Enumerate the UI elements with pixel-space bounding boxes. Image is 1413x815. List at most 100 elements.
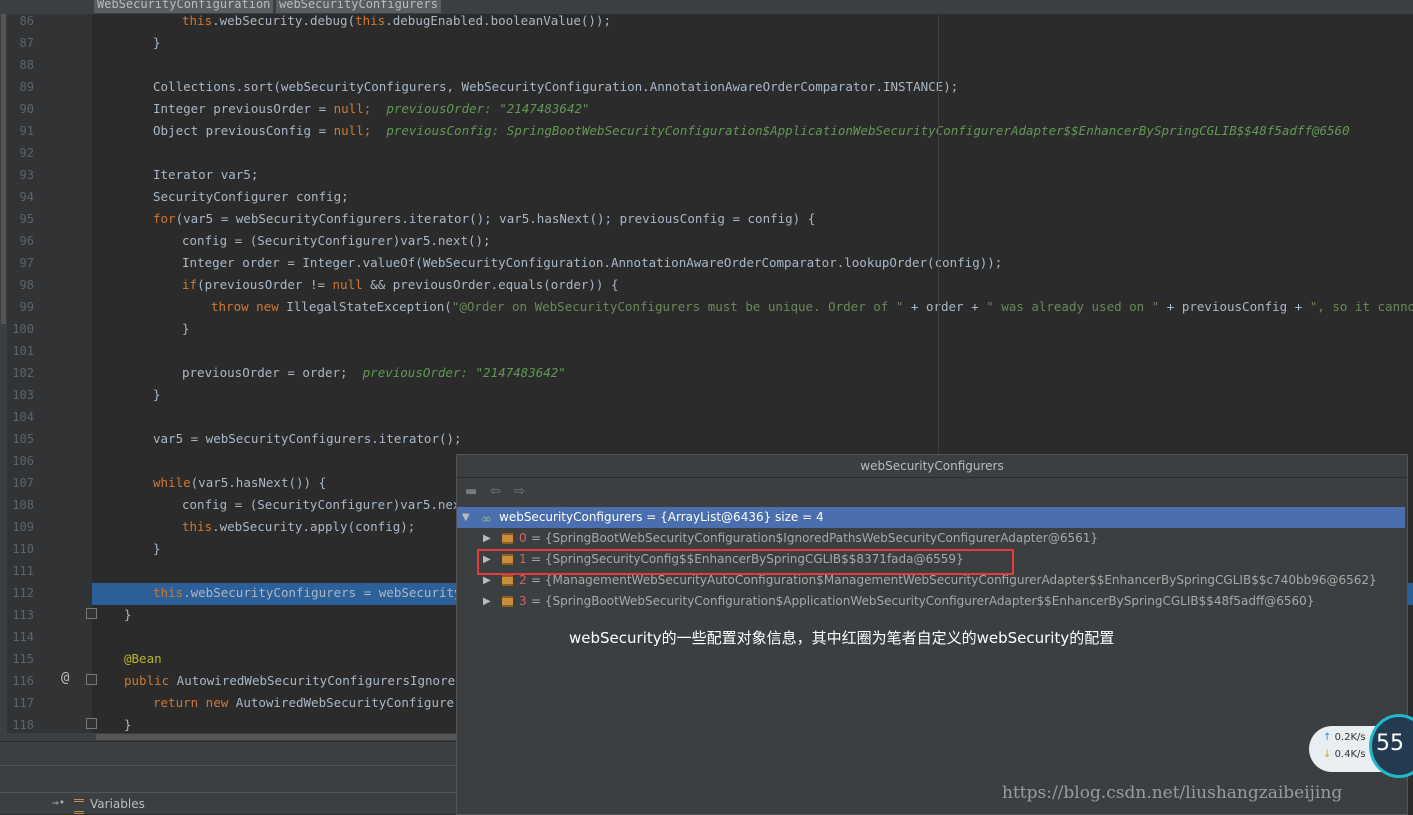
code-line-98: if(previousOrder != null && previousOrde…	[182, 277, 619, 292]
tree-item-row[interactable]: ▶ 0 = {SpringBootWebSecurityConfiguratio…	[457, 528, 1405, 549]
line-number: 99	[19, 300, 34, 314]
line-number: 91	[19, 124, 34, 138]
code-line-109: this.webSecurity.apply(config);	[182, 519, 416, 534]
item-index: 3	[519, 594, 527, 608]
upload-arrow-icon: ↑	[1323, 732, 1332, 743]
back-arrow-icon[interactable]: ⇦	[490, 484, 501, 499]
line-number: 101	[12, 344, 34, 358]
line-number: 109	[12, 520, 34, 534]
line-number: 107	[12, 476, 34, 490]
code-line-103: }	[153, 387, 161, 402]
line-number: 108	[12, 498, 34, 512]
code-line-91: Object previousConfig = null; previousCo…	[153, 123, 1350, 138]
code-line-105: var5 = webSecurityConfigurers.iterator()…	[153, 431, 462, 446]
expand-arrow-icon[interactable]: ▶	[483, 528, 491, 549]
variables-icon	[74, 799, 84, 814]
line-number: 103	[12, 388, 34, 402]
tree-root-row[interactable]: ▼ ∞ webSecurityConfigurers = {ArrayList@…	[457, 507, 1405, 528]
line-number: 86	[19, 14, 34, 28]
code-line-108: config = (SecurityConfigurer)var5.next(	[182, 497, 476, 512]
code-line-94: SecurityConfigurer config;	[153, 189, 349, 204]
watch-icon: ∞	[481, 512, 492, 527]
memory-percent: 55	[1376, 731, 1404, 756]
line-number: 115	[12, 652, 34, 666]
upload-speed: ↑ 0.2K/s	[1323, 732, 1366, 743]
breadcrumb-class[interactable]: WebSecurityConfiguration	[94, 0, 274, 13]
code-line-115: @Bean	[124, 651, 162, 666]
right-margin-guide	[938, 14, 939, 454]
highlight-box	[477, 549, 1014, 575]
variables-label: Variables	[90, 797, 145, 811]
code-line-93: Iterator var5;	[153, 167, 259, 182]
list-element-icon	[502, 533, 513, 544]
line-number: 104	[12, 410, 34, 424]
line-number: 94	[19, 190, 34, 204]
vertical-scrollbar[interactable]	[0, 14, 7, 740]
variables-panel-header[interactable]: →• Variables	[0, 792, 457, 814]
watermark: https://blog.csdn.net/liushangzaibeijing	[1002, 783, 1343, 803]
line-number: 90	[19, 102, 34, 116]
tree-item-row[interactable]: ▶ 3 = {SpringBootWebSecurityConfiguratio…	[457, 591, 1405, 612]
list-element-icon	[502, 575, 513, 586]
line-number: 110	[12, 542, 34, 556]
line-number: 100	[12, 322, 34, 336]
inline-debug-value: previousOrder: "2147483642"	[386, 101, 590, 116]
code-line-102: previousOrder = order; previousOrder: "2…	[182, 365, 566, 380]
line-number: 98	[19, 278, 34, 292]
debug-toolbar	[0, 741, 457, 766]
line-number: 117	[12, 696, 34, 710]
code-line-113: }	[124, 607, 132, 622]
line-number: 118	[12, 718, 34, 732]
code-line-97: Integer order = Integer.valueOf(WebSecur…	[182, 255, 1003, 270]
inline-debug-value: previousOrder: "2147483642"	[362, 365, 566, 380]
collapse-arrow-icon[interactable]: ▼	[462, 507, 470, 528]
line-number: 102	[12, 366, 34, 380]
code-line-116: public AutowiredWebSecurityConfigurersIg…	[124, 673, 478, 688]
line-number: 95	[19, 212, 34, 226]
code-line-110: }	[153, 541, 161, 556]
line-number: 114	[12, 630, 34, 644]
line-number: 97	[19, 256, 34, 270]
code-line-89: Collections.sort(webSecurityConfigurers,…	[153, 79, 959, 94]
code-line-90: Integer previousOrder = null; previousOr…	[153, 101, 590, 116]
code-line-117: return new AutowiredWebSecurityConfigure…	[153, 695, 477, 710]
pin-icon[interactable]: →•	[52, 796, 65, 809]
debug-frames-strip	[0, 765, 457, 792]
line-number: 89	[19, 80, 34, 94]
code-line-112: this.webSecurityConfigurers = webSecurit…	[153, 585, 477, 600]
scrollbar-thumb[interactable]	[96, 734, 456, 740]
item-value: = {SpringBootWebSecurityConfiguration$Ig…	[531, 531, 1099, 545]
code-line-86: this.webSecurity.debug(this.debugEnabled…	[182, 14, 611, 28]
expand-arrow-icon[interactable]: ▶	[483, 591, 491, 612]
line-number: 105	[12, 432, 34, 446]
code-line-96: config = (SecurityConfigurer)var5.next()…	[182, 233, 491, 248]
override-annotation-icon[interactable]: @	[61, 670, 69, 686]
item-index: 0	[519, 531, 527, 545]
code-line-100: }	[182, 321, 190, 336]
code-line-107: while(var5.hasNext()) {	[153, 475, 327, 490]
breadcrumb-field[interactable]: webSecurityConfigurers	[276, 0, 441, 13]
line-number: 112	[12, 586, 34, 600]
breadcrumb-bar: WebSecurityConfiguration webSecurityConf…	[0, 0, 1413, 14]
line-number: 87	[19, 36, 34, 50]
folder-icon[interactable]: ▬	[465, 484, 477, 499]
line-number: 116	[12, 674, 34, 688]
annotation-caption: webSecurity的一些配置对象信息，其中红圈为笔者自定义的webSecur…	[569, 629, 1115, 647]
inline-debug-value: previousConfig: SpringBootWebSecurityCon…	[386, 123, 1350, 138]
scrollbar-thumb[interactable]	[1, 14, 6, 324]
line-number: 96	[19, 234, 34, 248]
quick-evaluate-popup: webSecurityConfigurers ▬ ⇦ ⇨ ▼ ∞ webSecu…	[456, 454, 1408, 815]
forward-arrow-icon[interactable]: ⇨	[514, 484, 525, 499]
line-number: 93	[19, 168, 34, 182]
line-number: 88	[19, 58, 34, 72]
download-arrow-icon: ↓	[1323, 749, 1332, 760]
list-element-icon	[502, 596, 513, 607]
line-number: 92	[19, 146, 34, 160]
code-line-87: }	[153, 35, 161, 50]
line-number: 113	[12, 608, 34, 622]
download-speed: ↓ 0.4K/s	[1323, 749, 1366, 760]
editor-gutter: 86 87 88 89 90 91 92 93 94 95 96 97 98 9…	[0, 14, 97, 740]
item-value: = {SpringBootWebSecurityConfiguration$Ap…	[531, 594, 1315, 608]
line-number: 111	[12, 564, 34, 578]
popup-title: webSecurityConfigurers	[457, 455, 1407, 478]
